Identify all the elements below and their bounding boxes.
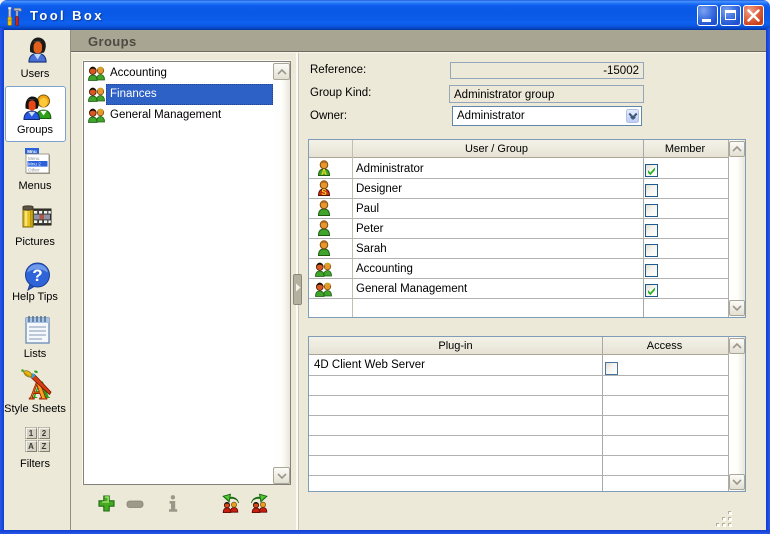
svg-text:Mnu 2: Mnu 2 bbox=[28, 162, 41, 167]
svg-text:Menu: Menu bbox=[28, 156, 40, 161]
svg-text:Mnu: Mnu bbox=[27, 149, 37, 154]
svg-text:1: 1 bbox=[29, 429, 34, 438]
svg-text:Other: Other bbox=[28, 168, 40, 173]
svg-text:S: S bbox=[321, 188, 327, 196]
svg-text:A: A bbox=[28, 442, 34, 451]
svg-text:2: 2 bbox=[42, 429, 47, 438]
svg-text:?: ? bbox=[32, 266, 42, 285]
svg-text:Z: Z bbox=[42, 442, 47, 451]
svg-text:A: A bbox=[321, 168, 327, 176]
